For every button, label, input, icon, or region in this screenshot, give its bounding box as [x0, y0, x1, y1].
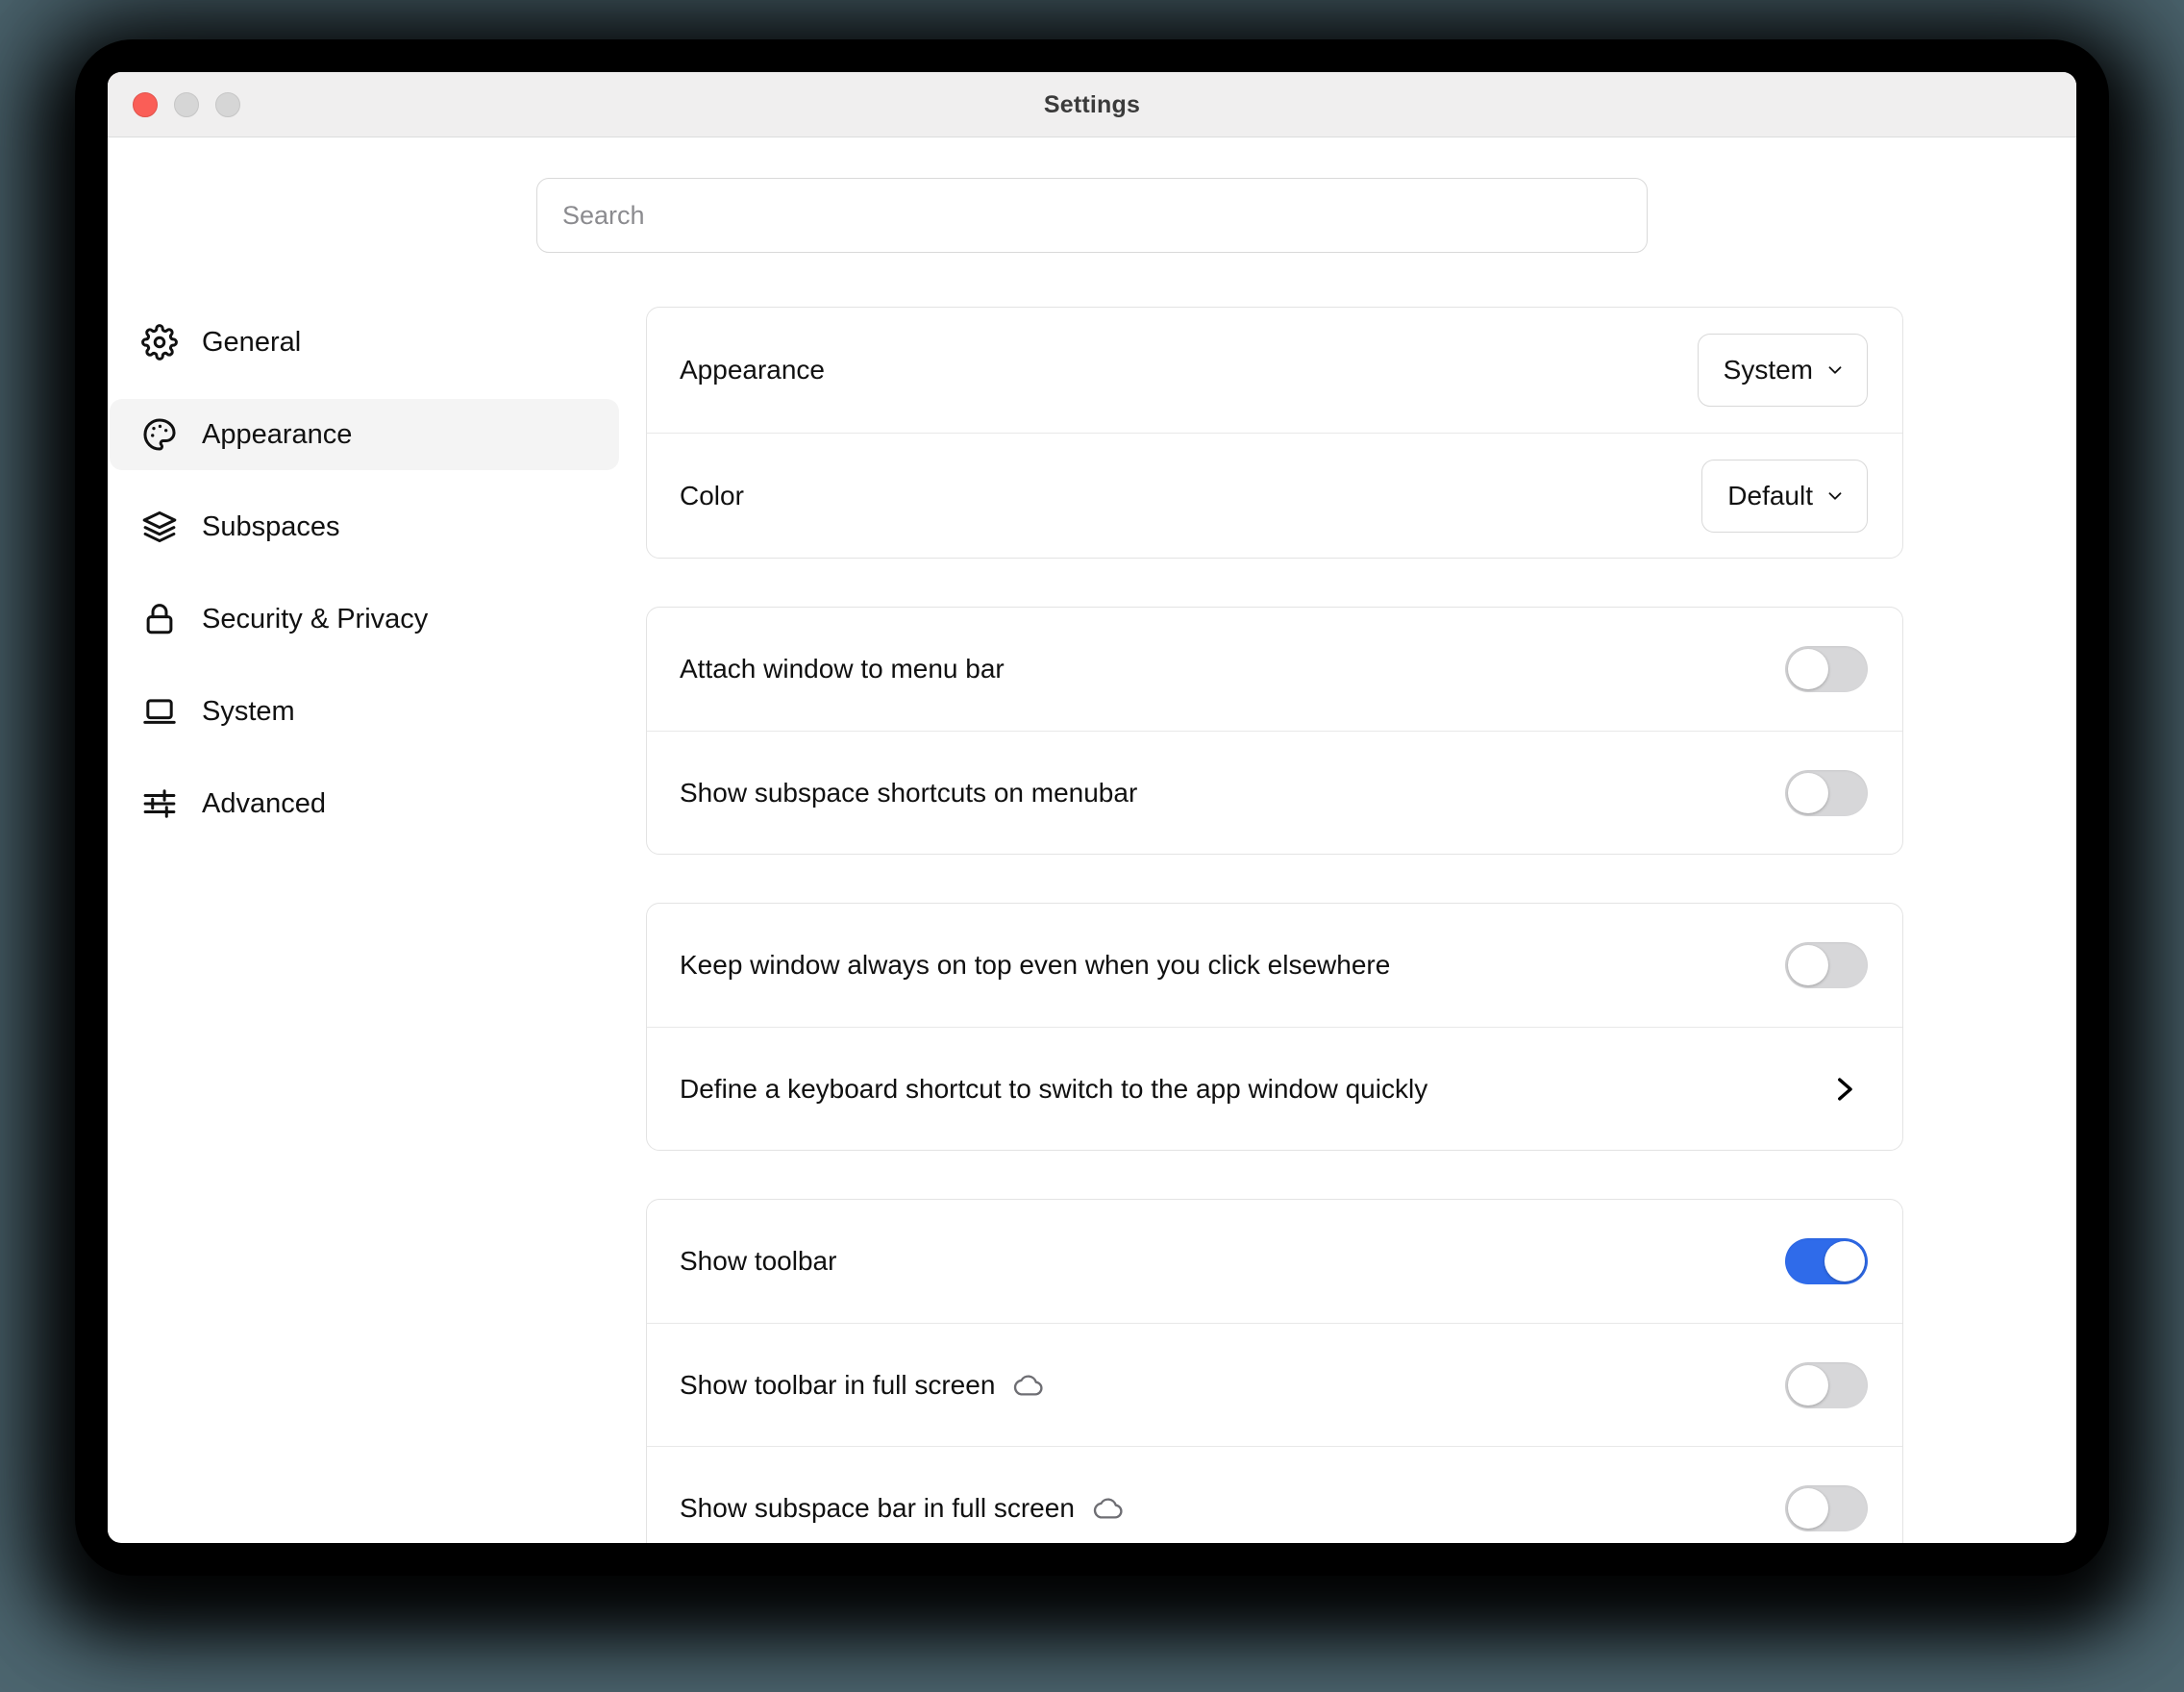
traffic-lights	[133, 91, 240, 117]
settings-window: Settings General	[108, 72, 2076, 1543]
sidebar-item-subspaces[interactable]: Subspaces	[110, 491, 619, 562]
close-button[interactable]	[133, 91, 158, 117]
sidebar-item-label: Security & Privacy	[202, 603, 429, 634]
setting-row-appearance: Appearance System	[647, 308, 1902, 433]
sliders-icon	[140, 784, 179, 823]
window-titlebar: Settings	[108, 72, 2076, 137]
sidebar-item-label: Subspaces	[202, 510, 340, 542]
desktop-background: Settings General	[0, 0, 2184, 1692]
gear-icon	[140, 323, 179, 361]
setting-label: Color	[680, 480, 744, 510]
sidebar-item-advanced[interactable]: Advanced	[110, 768, 619, 839]
palette-icon	[140, 415, 179, 454]
subspace-shortcuts-toggle[interactable]	[1785, 769, 1868, 816]
setting-row-toolbar-fullscreen: Show toolbar in full screen	[647, 1323, 1902, 1446]
sidebar-item-label: System	[202, 695, 295, 727]
appearance-card: Appearance System Color Default	[646, 307, 1903, 559]
dropdown-value: Default	[1727, 480, 1813, 510]
settings-panel: Appearance System Color Default Attach w…	[646, 307, 2076, 1543]
window-behavior-card: Keep window always on top even when you …	[646, 903, 1903, 1151]
minimize-button[interactable]	[174, 91, 199, 117]
setting-label: Show subspace shortcuts on menubar	[680, 777, 1138, 808]
sidebar-item-security-privacy[interactable]: Security & Privacy	[110, 584, 619, 655]
attach-window-toggle[interactable]	[1785, 646, 1868, 692]
toggle-knob	[1824, 1241, 1865, 1281]
sidebar-item-label: General	[202, 326, 302, 358]
content-area: General Appearance Subspaces Security & …	[108, 307, 2076, 1543]
setting-label: Define a keyboard shortcut to switch to …	[680, 1073, 1428, 1104]
search-bar-container	[108, 137, 2076, 253]
lock-icon	[140, 600, 179, 638]
toggle-knob	[1788, 1487, 1828, 1529]
sidebar-item-label: Advanced	[202, 787, 326, 819]
setting-label: Attach window to menu bar	[680, 654, 1005, 684]
window-body: General Appearance	[108, 137, 2076, 1543]
chevron-right-icon	[1838, 1077, 1852, 1101]
sidebar-item-general[interactable]: General	[110, 307, 619, 378]
window-title: Settings	[1043, 91, 1141, 118]
dropdown-value: System	[1723, 355, 1813, 385]
always-on-top-toggle[interactable]	[1785, 942, 1868, 988]
toggle-knob	[1788, 1364, 1828, 1406]
setting-row-always-on-top: Keep window always on top even when you …	[647, 904, 1902, 1027]
subspace-bar-fullscreen-toggle[interactable]	[1785, 1484, 1868, 1531]
sidebar-item-system[interactable]: System	[110, 676, 619, 747]
settings-sidebar: General Appearance Subspaces Security & …	[108, 307, 646, 1470]
sidebar-item-label: Appearance	[202, 418, 353, 450]
setting-label: Show toolbar	[680, 1246, 837, 1276]
chevron-down-icon	[1828, 366, 1842, 374]
toggle-knob	[1788, 649, 1828, 689]
toolbar-fullscreen-toggle[interactable]	[1785, 1361, 1868, 1408]
setting-row-attach-window-menu-bar: Attach window to menu bar	[647, 608, 1902, 731]
search-input[interactable]	[536, 178, 1648, 253]
cloud-sync-icon	[1092, 1496, 1125, 1521]
chevron-down-icon	[1828, 491, 1842, 500]
cloud-sync-icon	[1012, 1373, 1045, 1398]
setting-label: Appearance	[680, 355, 826, 385]
setting-row-show-toolbar: Show toolbar	[647, 1200, 1902, 1323]
maximize-button[interactable]	[215, 91, 240, 117]
sidebar-item-appearance[interactable]: Appearance	[110, 399, 619, 470]
toolbar-card: Show toolbar Show toolbar in full screen	[646, 1199, 1903, 1543]
toggle-knob	[1788, 772, 1828, 813]
setting-label: Keep window always on top even when you …	[680, 950, 1391, 980]
toggle-knob	[1788, 945, 1828, 985]
menubar-card: Attach window to menu bar Show subspace …	[646, 607, 1903, 855]
laptop-icon	[140, 692, 179, 731]
layers-icon	[140, 508, 179, 546]
color-dropdown[interactable]: Default	[1701, 459, 1868, 533]
setting-label: Show subspace bar in full screen	[680, 1492, 1075, 1523]
setting-row-subspace-shortcuts: Show subspace shortcuts on menubar	[647, 731, 1902, 854]
setting-row-subspace-bar-fullscreen: Show subspace bar in full screen	[647, 1446, 1902, 1543]
setting-row-color: Color Default	[647, 433, 1902, 558]
setting-label: Show toolbar in full screen	[680, 1369, 996, 1400]
appearance-mode-dropdown[interactable]: System	[1697, 334, 1868, 407]
show-toolbar-toggle[interactable]	[1785, 1238, 1868, 1284]
setting-row-keyboard-shortcut[interactable]: Define a keyboard shortcut to switch to …	[647, 1027, 1902, 1150]
